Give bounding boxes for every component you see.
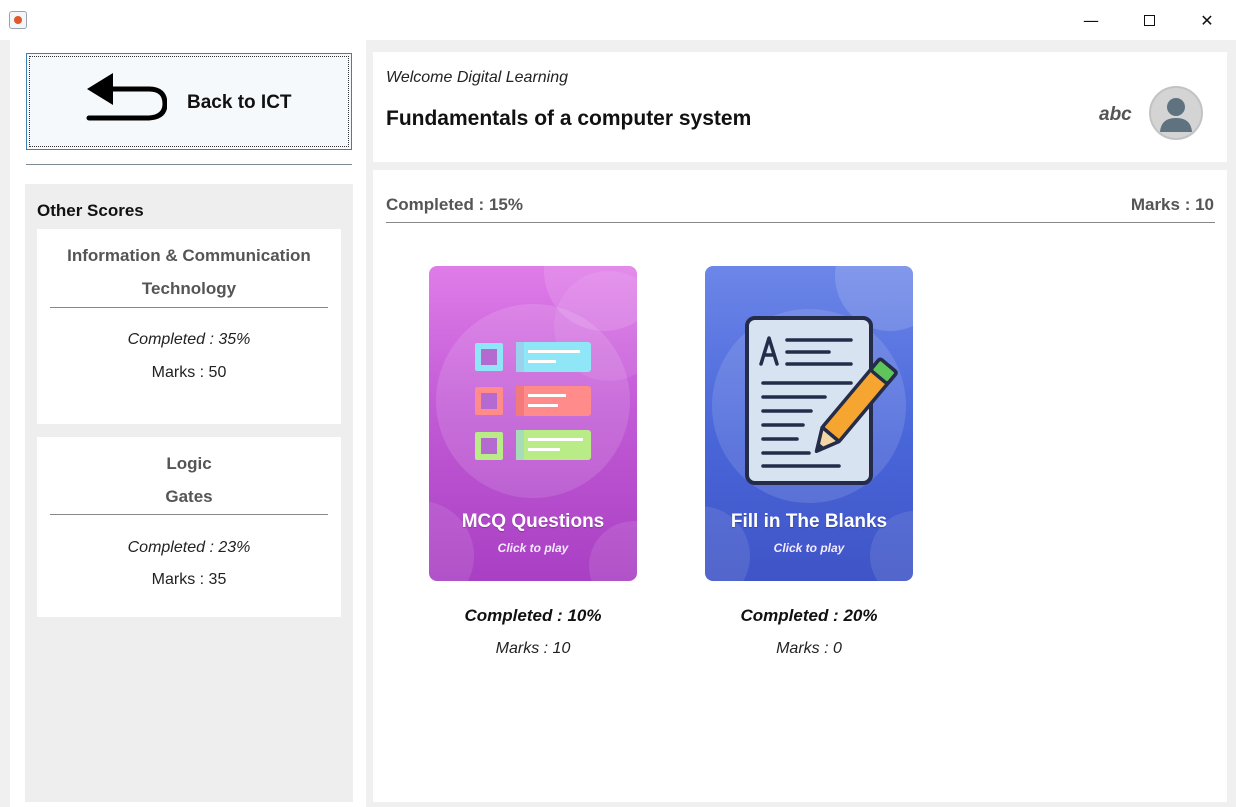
username-label: abc [1099,104,1132,125]
java-app-icon[interactable] [9,11,27,29]
score-card-name-line1: Logic [166,454,212,473]
other-scores-panel: Other Scores Information & Communication… [25,184,353,802]
score-card-name-line2: Gates [165,487,213,506]
score-card-completed: Completed : 35% [127,331,251,348]
sidebar-divider [26,164,352,165]
page-title: Fundamentals of a computer system [386,107,752,130]
minimize-button[interactable]: — [1062,0,1120,40]
mcq-marks: Marks : 10 [495,640,571,657]
main-panel: Completed : 15% Marks : 10 MCQ Questions… [373,170,1227,802]
card-title: MCQ Questions [461,511,605,532]
score-card-divider [50,514,328,515]
close-icon: ✕ [1200,10,1214,30]
overall-marks: Marks : 10 [1130,195,1214,214]
card-subtitle: Click to play [497,541,569,555]
score-card-marks: Marks : 50 [151,364,227,381]
score-card-ict: Information & Communication Technology C… [37,229,341,424]
user-avatar-icon[interactable] [1149,86,1203,140]
score-card-name-line2: Technology [141,279,237,298]
score-card-name-line1: Information & Communication [67,246,311,265]
sidebar: Back to ICT Other Scores Information & C… [10,40,366,807]
other-scores-title: Other Scores [37,201,144,220]
document-pencil-icon [705,266,913,581]
checklist-icon [429,266,637,581]
score-card-divider [50,307,328,308]
score-card-logic-gates: Logic Gates Completed : 23% Marks : 35 [37,437,341,617]
back-to-ict-button[interactable]: Back to ICT [26,53,352,150]
score-card-marks: Marks : 35 [151,571,227,588]
mcq-questions-card[interactable]: MCQ Questions Click to play [429,266,637,581]
maximize-button[interactable] [1120,0,1178,40]
close-button[interactable]: ✕ [1178,0,1236,40]
fib-completed: Completed : 20% [740,606,878,625]
header-panel: Welcome Digital Learning Fundamentals of… [373,52,1227,162]
fib-marks: Marks : 0 [776,640,842,657]
back-arrow-icon [86,73,167,121]
mcq-completed: Completed : 10% [464,606,602,625]
overall-completed: Completed : 15% [386,195,523,214]
card-title: Fill in The Blanks [730,511,888,532]
maximize-icon [1143,14,1155,26]
minimize-icon: — [1083,10,1099,30]
fill-in-the-blanks-card[interactable]: Fill in The Blanks Click to play [705,266,913,581]
window-titlebar: — ✕ [0,0,1236,40]
back-button-label: Back to ICT [187,92,292,113]
card-subtitle: Click to play [773,541,845,555]
welcome-text: Welcome Digital Learning [386,69,569,86]
score-card-completed: Completed : 23% [127,539,251,556]
main-divider [386,222,1215,223]
